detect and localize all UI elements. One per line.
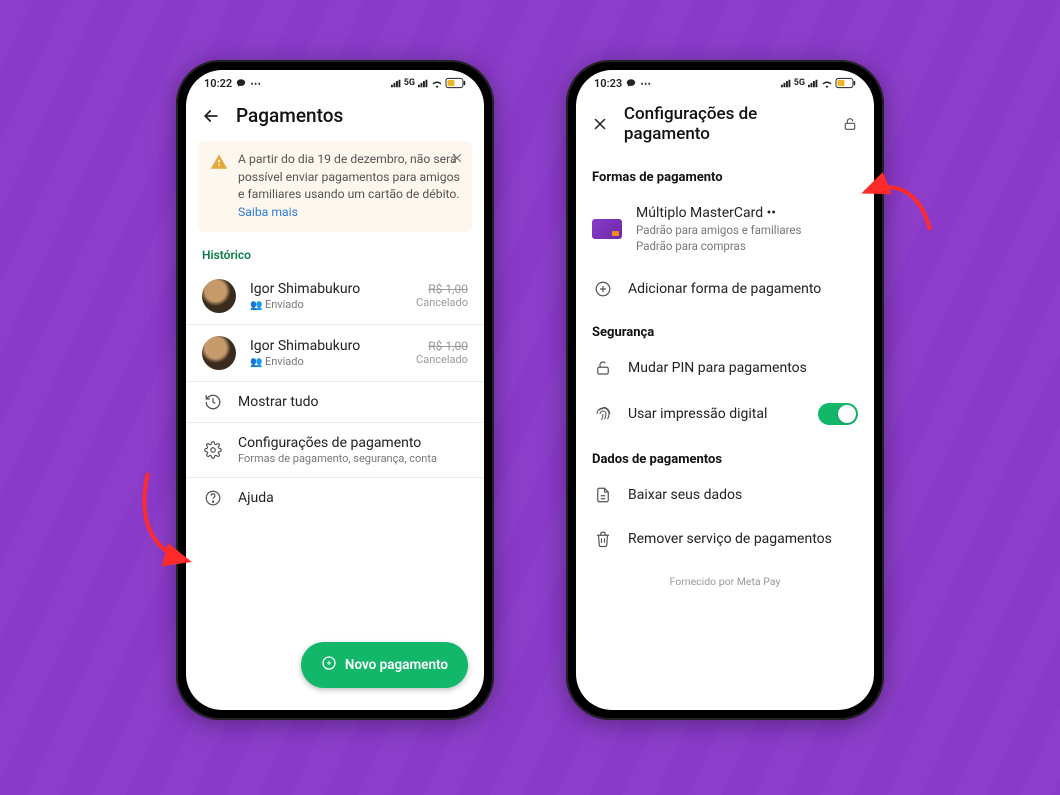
status-bar: 10:22 ⋯ 5G	[186, 70, 484, 96]
change-pin-row[interactable]: Mudar PIN para pagamentos	[576, 346, 874, 390]
contact-name: Igor Shimabukuro	[250, 280, 402, 298]
chat-icon	[236, 78, 246, 88]
remove-service-row[interactable]: Remover serviço de pagamentos	[576, 517, 874, 561]
network-label: 5G	[404, 78, 415, 88]
card-sub1: Padrão para amigos e familiares	[636, 223, 858, 238]
phone-right: 10:23 ⋯ 5G	[566, 60, 884, 720]
card-thumbnail-icon	[592, 219, 622, 239]
avatar	[202, 279, 236, 313]
remove-service-label: Remover serviço de pagamentos	[628, 531, 832, 547]
app-header: Pagamentos	[186, 96, 484, 139]
history-item[interactable]: Igor Shimabukuro 👥 Enviado R$ 1,00 Cance…	[186, 324, 484, 381]
plus-circle-icon	[592, 280, 614, 298]
show-all-row[interactable]: Mostrar tudo	[186, 381, 484, 422]
signal2-icon	[808, 79, 818, 88]
download-data-row[interactable]: Baixar seus dados	[576, 473, 874, 517]
lock-open-icon	[592, 359, 614, 377]
trash-icon	[592, 530, 614, 548]
status: Cancelado	[416, 353, 468, 366]
network-label: 5G	[794, 78, 805, 88]
wifi-icon	[431, 79, 443, 88]
battery-icon	[836, 78, 856, 88]
change-pin-label: Mudar PIN para pagamentos	[628, 360, 807, 376]
status-bar: 10:23 ⋯ 5G	[576, 70, 874, 96]
close-icon[interactable]	[450, 151, 464, 171]
section-data-label: Dados de pagamentos	[576, 438, 874, 473]
help-row[interactable]: Ajuda	[186, 477, 484, 518]
amount: R$ 1,00	[416, 282, 468, 296]
card-sub2: Padrão para compras	[636, 239, 858, 254]
more-icon: ⋯	[250, 77, 261, 90]
sent-icon: 👥	[250, 357, 265, 368]
fingerprint-icon	[592, 405, 614, 423]
history-icon	[202, 393, 224, 411]
lock-icon[interactable]	[840, 116, 860, 132]
history-label: Histórico	[186, 240, 484, 268]
show-all-label: Mostrar tudo	[238, 394, 319, 410]
close-icon[interactable]	[590, 115, 610, 133]
card-row[interactable]: Múltiplo MasterCard •• Padrão para amigo…	[576, 191, 874, 267]
page-title: Pagamentos	[236, 104, 343, 127]
phone-left: 10:22 ⋯ 5G	[176, 60, 494, 720]
settings-title: Configurações de pagamento	[238, 434, 468, 452]
page-title: Configurações de pagamento	[624, 104, 826, 144]
app-header: Configurações de pagamento	[576, 96, 874, 156]
section-methods-label: Formas de pagamento	[576, 156, 874, 191]
status-time: 10:23	[594, 77, 622, 90]
signal2-icon	[418, 79, 428, 88]
document-icon	[592, 486, 614, 504]
warning-text: A partir do dia 19 de dezembro, não será…	[238, 151, 460, 222]
plus-currency-icon	[321, 655, 337, 675]
learn-more-link[interactable]: Saiba mais	[238, 205, 298, 219]
download-data-label: Baixar seus dados	[628, 487, 742, 503]
settings-sub: Formas de pagamento, segurança, conta	[238, 452, 468, 466]
gear-icon	[202, 441, 224, 459]
card-name: Múltiplo MasterCard ••	[636, 204, 858, 222]
status: Cancelado	[416, 296, 468, 309]
sent-icon: 👥	[250, 300, 265, 311]
signal-icon	[781, 79, 791, 88]
new-payment-button[interactable]: Novo pagamento	[301, 642, 468, 688]
help-label: Ajuda	[238, 490, 274, 506]
history-item[interactable]: Igor Shimabukuro 👥 Enviado R$ 1,00 Cance…	[186, 268, 484, 324]
contact-name: Igor Shimabukuro	[250, 337, 402, 355]
battery-icon	[446, 78, 466, 88]
signal-icon	[391, 79, 401, 88]
fingerprint-toggle[interactable]	[818, 403, 858, 425]
chat-icon	[626, 78, 636, 88]
help-icon	[202, 489, 224, 507]
avatar	[202, 336, 236, 370]
back-arrow-icon[interactable]	[200, 106, 222, 126]
add-method-label: Adicionar forma de pagamento	[628, 281, 821, 297]
more-icon: ⋯	[640, 77, 651, 90]
status-time: 10:22	[204, 77, 232, 90]
fingerprint-row[interactable]: Usar impressão digital	[576, 390, 874, 438]
phone-frame: 10:23 ⋯ 5G	[566, 60, 884, 720]
add-method-row[interactable]: Adicionar forma de pagamento	[576, 267, 874, 311]
section-security-label: Segurança	[576, 311, 874, 346]
new-payment-label: Novo pagamento	[345, 657, 448, 673]
fingerprint-label: Usar impressão digital	[628, 406, 804, 422]
amount: R$ 1,00	[416, 339, 468, 353]
wifi-icon	[821, 79, 833, 88]
payment-settings-row[interactable]: Configurações de pagamento Formas de pag…	[186, 422, 484, 477]
phone-frame: 10:22 ⋯ 5G	[176, 60, 494, 720]
warning-icon	[210, 153, 228, 222]
footer-note: Fornecido por Meta Pay	[576, 561, 874, 602]
warning-banner: A partir do dia 19 de dezembro, não será…	[198, 141, 472, 232]
